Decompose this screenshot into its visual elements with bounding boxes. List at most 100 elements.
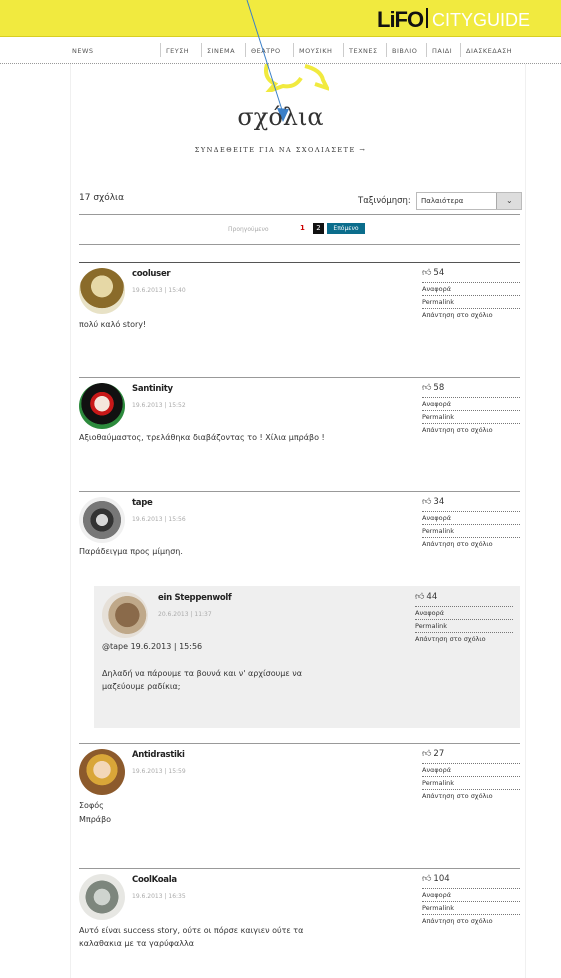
- thumbs-up-icon: 👍︎: [422, 497, 432, 507]
- report-link[interactable]: Αναφορά: [422, 512, 520, 525]
- like-button[interactable]: 👍︎ 44: [415, 592, 513, 607]
- lifo-logo[interactable]: LiFO: [377, 7, 424, 33]
- permalink-link[interactable]: Permalink: [422, 411, 520, 424]
- comment-actions: 👍︎ 104 Αναφορά Permalink Απάντηση στο σχό…: [422, 874, 520, 927]
- like-button[interactable]: 👍︎ 104: [422, 874, 520, 889]
- reply-link[interactable]: Απάντηση στο σχόλιο: [422, 424, 520, 436]
- comment-actions: 👍︎ 54 Αναφορά Permalink Απάντηση στο σχόλ…: [422, 268, 520, 321]
- sort-select[interactable]: Παλαιότερα ⌄: [416, 192, 522, 210]
- like-button[interactable]: 👍︎ 27: [422, 749, 520, 764]
- comment-item: Antidrastiki 19.6.2013 | 15:59 Σοφός Μπρ…: [79, 743, 520, 853]
- like-button[interactable]: 👍︎ 54: [422, 268, 520, 283]
- cityguide-logo[interactable]: CITYGUIDE: [432, 10, 530, 31]
- comment-text: Αυτό είναι success story, ούτε οι πόρσε …: [79, 926, 304, 935]
- comment-username[interactable]: CoolKoala: [132, 875, 177, 885]
- comment-username[interactable]: Santinity: [132, 384, 173, 394]
- comment-actions: 👍︎ 34 Αναφορά Permalink Απάντηση στο σχόλ…: [422, 497, 520, 550]
- sort-label: Ταξινόμηση:: [358, 196, 411, 206]
- like-count: 54: [433, 268, 445, 278]
- nav-divider: [160, 43, 161, 57]
- nav-sinema[interactable]: ΣΙΝΕΜΑ: [207, 47, 235, 55]
- pager-prev[interactable]: Προηγούμενο: [228, 226, 269, 233]
- permalink-link[interactable]: Permalink: [422, 525, 520, 538]
- reply-link[interactable]: Απάντηση στο σχόλιο: [422, 309, 520, 321]
- reply-link[interactable]: Απάντηση στο σχόλιο: [422, 790, 520, 802]
- report-link[interactable]: Αναφορά: [415, 607, 513, 620]
- pager-page-2[interactable]: 2: [313, 223, 324, 234]
- thumbs-up-icon: 👍︎: [422, 749, 432, 759]
- comment-item: CoolKoala 19.6.2013 | 16:35 Αυτό είναι s…: [79, 868, 520, 968]
- nav-divider: [386, 43, 387, 57]
- permalink-link[interactable]: Permalink: [422, 296, 520, 309]
- comment-date: 19.6.2013 | 15:56: [132, 516, 186, 523]
- avatar[interactable]: [102, 592, 148, 638]
- avatar[interactable]: [79, 383, 125, 429]
- nav-news[interactable]: NEWS: [72, 47, 94, 55]
- pager-page-1[interactable]: 1: [300, 224, 305, 232]
- nav-geusi[interactable]: ΓΕΥΣΗ: [166, 47, 189, 55]
- avatar[interactable]: [79, 749, 125, 795]
- comment-count: 17 σχόλια: [79, 193, 125, 203]
- report-link[interactable]: Αναφορά: [422, 283, 520, 296]
- reply-link[interactable]: Απάντηση στο σχόλιο: [422, 538, 520, 550]
- thumbs-up-icon: 👍︎: [422, 383, 432, 393]
- thumbs-up-icon: 👍︎: [422, 268, 432, 278]
- reply-comment-item: ein Steppenwolf 20.6.2013 | 11:37 @tape …: [94, 586, 520, 728]
- permalink-link[interactable]: Permalink: [415, 620, 513, 633]
- report-link[interactable]: Αναφορά: [422, 889, 520, 902]
- nav-paidi[interactable]: ΠΑΙΔΙ: [432, 47, 452, 55]
- top-bar: LiFO CITYGUIDE: [0, 0, 561, 37]
- comment-actions: 👍︎ 27 Αναφορά Permalink Απάντηση στο σχόλ…: [422, 749, 520, 802]
- avatar[interactable]: [79, 497, 125, 543]
- comment-text: Μπράβο: [79, 815, 112, 824]
- sort-selected-value: Παλαιότερα: [421, 197, 464, 205]
- comment-username[interactable]: cooluser: [132, 269, 171, 279]
- like-button[interactable]: 👍︎ 58: [422, 383, 520, 398]
- quoted-reference: @tape 19.6.2013 | 15:56: [102, 642, 203, 651]
- nav-divider: [201, 43, 202, 57]
- comment-actions: 👍︎ 58 Αναφορά Permalink Απάντηση στο σχόλ…: [422, 383, 520, 436]
- permalink-link[interactable]: Permalink: [422, 777, 520, 790]
- comment-date: 19.6.2013 | 15:52: [132, 402, 186, 409]
- reply-link[interactable]: Απάντηση στο σχόλιο: [422, 915, 520, 927]
- avatar[interactable]: [79, 268, 125, 314]
- page-title: σχόλια: [237, 103, 324, 131]
- logo-divider: [426, 8, 428, 28]
- divider: [79, 244, 520, 245]
- like-count: 44: [426, 592, 438, 602]
- comment-username[interactable]: Antidrastiki: [132, 750, 185, 760]
- report-link[interactable]: Αναφορά: [422, 398, 520, 411]
- reply-link[interactable]: Απάντηση στο σχόλιο: [415, 633, 513, 645]
- comment-text: Αξιοθαύμαστος, τρελάθηκα διαβάζοντας το …: [79, 433, 325, 442]
- nav-divider: [293, 43, 294, 57]
- nav-mousiki[interactable]: ΜΟΥΣΙΚΗ: [299, 47, 332, 55]
- pager-next-button[interactable]: Επόμενο: [327, 223, 365, 234]
- comment-date: 19.6.2013 | 15:59: [132, 768, 186, 775]
- comment-username[interactable]: ein Steppenwolf: [158, 593, 232, 603]
- nav-texnes[interactable]: ΤΕΧΝΕΣ: [349, 47, 378, 55]
- like-count: 27: [433, 749, 445, 759]
- speech-bubble-icon: [264, 64, 329, 92]
- like-button[interactable]: 👍︎ 34: [422, 497, 520, 512]
- like-count: 104: [433, 874, 450, 884]
- report-link[interactable]: Αναφορά: [422, 764, 520, 777]
- permalink-link[interactable]: Permalink: [422, 902, 520, 915]
- comment-item: cooluser 19.6.2013 | 15:40 πολύ καλό sto…: [79, 262, 520, 372]
- comment-username[interactable]: tape: [132, 498, 153, 508]
- nav-theatro[interactable]: ΘΕΑΤΡΟ: [251, 47, 281, 55]
- comment-text: Δηλαδή να πάρουμε τα βουνά και ν' αρχίσο…: [102, 669, 302, 678]
- comment-text: Παράδειγμα προς μίμηση.: [79, 547, 183, 556]
- main-nav: NEWS ΓΕΥΣΗ ΣΙΝΕΜΑ ΘΕΑΤΡΟ ΜΟΥΣΙΚΗ ΤΕΧΝΕΣ …: [0, 37, 561, 64]
- sort-dropdown-button[interactable]: ⌄: [496, 193, 521, 209]
- login-to-comment-link[interactable]: ΣΥΝΔΕΘΕΙΤΕ ΓΙΑ ΝΑ ΣΧΟΛΙΑΣΕΤΕ →: [0, 146, 561, 154]
- like-count: 58: [433, 383, 445, 393]
- comment-date: 19.6.2013 | 15:40: [132, 287, 186, 294]
- comment-text: Σοφός: [79, 801, 104, 810]
- comment-date: 19.6.2013 | 16:35: [132, 893, 186, 900]
- nav-vivlio[interactable]: ΒΙΒΛΙΟ: [392, 47, 417, 55]
- nav-diaskedasi[interactable]: ΔΙΑΣΚΕΔΑΣΗ: [466, 47, 512, 55]
- avatar[interactable]: [79, 874, 125, 920]
- comment-item: tape 19.6.2013 | 15:56 Παράδειγμα προς μ…: [79, 491, 520, 586]
- comment-text: μαζεύουμε ραδίκια;: [102, 682, 181, 691]
- divider: [79, 214, 520, 215]
